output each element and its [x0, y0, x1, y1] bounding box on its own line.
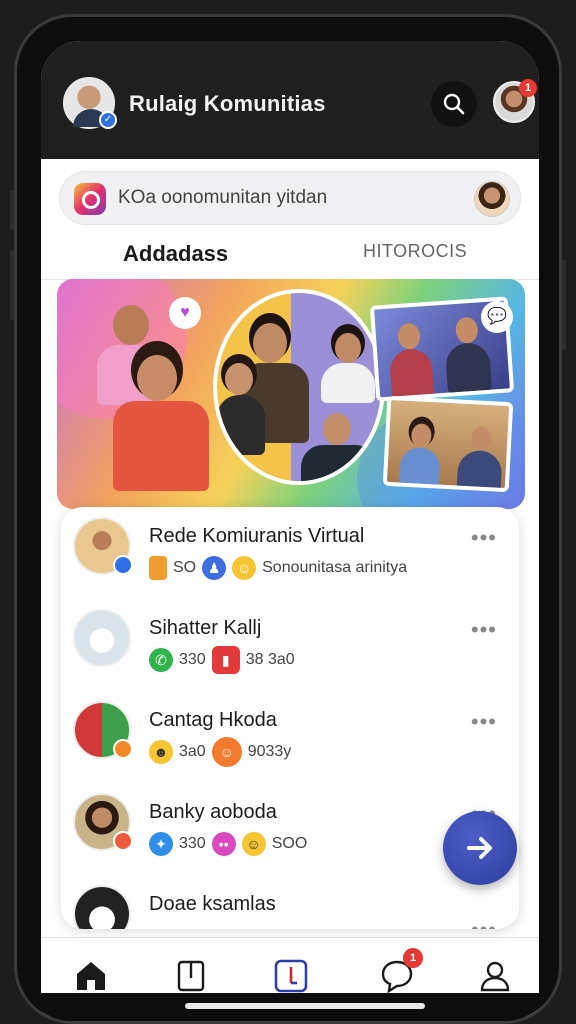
person-torso — [456, 449, 503, 492]
room-count-secondary: SOO — [271, 835, 308, 852]
status-badge — [113, 831, 133, 851]
person-torso — [444, 341, 493, 395]
profile-avatar-button[interactable]: 1 — [493, 79, 537, 123]
person-torso — [301, 445, 377, 481]
nav-home[interactable] — [71, 956, 111, 996]
person-torso — [113, 401, 209, 491]
person-head — [323, 413, 351, 445]
nav-create[interactable] — [271, 956, 311, 996]
person-torso — [398, 446, 441, 489]
person-head — [397, 322, 421, 351]
list-item[interactable]: Cantag Hkoda ☻ 3a0 ☺ 9033y ••• — [61, 691, 519, 783]
banner-center-photo — [213, 289, 385, 485]
phone-frame: ✓ Rulaig Komunitias 1 KOa oonomunitan yi… — [14, 14, 562, 1024]
top-bar: ✓ Rulaig Komunitias 1 — [41, 41, 539, 159]
person-head — [470, 426, 492, 452]
mic-icon: ▮ — [211, 646, 240, 674]
list-item[interactable]: Sihatter Kallj ✆ 330 ▮ 38 3a0 ••• — [61, 599, 519, 691]
room-count-secondary: 9033y — [247, 743, 292, 760]
search-avatar[interactable] — [474, 181, 510, 217]
dots-icon: •• — [211, 832, 236, 856]
user-avatar[interactable]: ✓ — [63, 77, 117, 129]
room-subtitle: Sonounitasa arinitya — [262, 559, 408, 576]
bird-icon: ✦ — [149, 832, 173, 856]
bookmark-icon — [149, 556, 167, 580]
person-torso — [321, 363, 375, 403]
list-item[interactable]: Rede Komiuranis Virtual SO ♟ ☺ Sonounita… — [61, 507, 519, 599]
verified-check-icon: ✓ — [99, 111, 117, 129]
tab-hitorocis[interactable]: HITOROCIS — [363, 241, 467, 262]
more-options-icon[interactable]: ••• — [471, 525, 497, 551]
phone-icon: ✆ — [149, 648, 173, 672]
home-indicator[interactable] — [185, 1003, 425, 1009]
search-input[interactable]: KOa oonomunitan yitdan — [118, 187, 327, 209]
search-icon — [443, 93, 465, 115]
room-meta: ☻ 3a0 ☺ 9033y — [149, 737, 292, 767]
verified-check-icon — [113, 555, 133, 575]
more-options-icon[interactable]: ••• — [471, 617, 497, 643]
status-badge — [113, 739, 133, 759]
camera-app-icon — [74, 183, 106, 215]
room-title: Rede Komiuranis Virtual — [149, 525, 365, 547]
banner-photo — [382, 395, 514, 493]
person-head — [113, 305, 149, 345]
smile-emoji-icon: ☺ — [232, 556, 257, 580]
messages-badge: 1 — [403, 948, 423, 968]
nav-profile[interactable] — [475, 956, 515, 996]
community-banner[interactable]: ♥ 💬 — [57, 279, 525, 509]
room-title: Sihatter Kallj — [149, 617, 262, 639]
smile-emoji-icon: ☺ — [241, 832, 266, 856]
heart-icon: ♥ — [169, 297, 201, 329]
grin-emoji-icon: ☻ — [149, 740, 173, 764]
person-torso — [388, 347, 435, 401]
book-icon — [177, 960, 205, 992]
square-create-icon — [274, 959, 308, 993]
person-head — [137, 355, 177, 401]
person-head — [454, 316, 479, 344]
home-icon — [77, 962, 105, 990]
room-meta: ✆ 330 ▮ 38 3a0 — [149, 646, 295, 674]
chat-bubble-icon: 💬 — [481, 301, 513, 333]
person-head — [335, 333, 361, 363]
room-title: Doae ksamlas — [149, 893, 276, 915]
person-head — [410, 423, 433, 449]
room-avatar — [73, 609, 131, 667]
room-title: Cantag Hkoda — [149, 709, 277, 731]
room-count: SO — [173, 559, 197, 576]
nav-library[interactable] — [171, 956, 211, 996]
person-torso — [217, 395, 265, 455]
room-title: Banky aoboda — [149, 801, 277, 823]
wink-emoji-icon: ☺ — [211, 737, 242, 767]
room-avatar — [73, 885, 131, 929]
app-title: Rulaig Komunitias — [129, 91, 326, 116]
room-count-secondary: 38 3a0 — [245, 651, 295, 668]
more-options-icon[interactable]: ••• — [471, 709, 497, 735]
arrow-right-icon — [467, 837, 492, 859]
people-icon: ♟ — [202, 556, 227, 580]
user-icon — [480, 961, 510, 992]
room-meta: SO ♟ ☺ Sonounitasa arinitya — [149, 555, 407, 581]
room-count: 330 — [179, 835, 206, 852]
more-options-icon[interactable]: ••• — [471, 917, 497, 929]
next-action-button[interactable] — [443, 811, 517, 885]
room-meta: ✦ 330 •• ☺ SOO — [149, 831, 307, 857]
person-head — [253, 323, 287, 363]
search-bar[interactable]: KOa oonomunitan yitdan — [59, 171, 521, 225]
room-count: 3a0 — [179, 743, 206, 760]
nav-messages[interactable]: 1 — [377, 948, 423, 996]
list-item[interactable]: Doae ksamlas ••• — [61, 875, 519, 929]
app-screen: ✓ Rulaig Komunitias 1 KOa oonomunitan yi… — [41, 41, 539, 1017]
profile-notification-badge: 1 — [519, 79, 537, 97]
room-count: 330 — [179, 651, 206, 668]
search-button[interactable] — [431, 81, 477, 127]
person-head — [225, 363, 253, 395]
tab-addadass[interactable]: Addadass — [123, 241, 228, 267]
